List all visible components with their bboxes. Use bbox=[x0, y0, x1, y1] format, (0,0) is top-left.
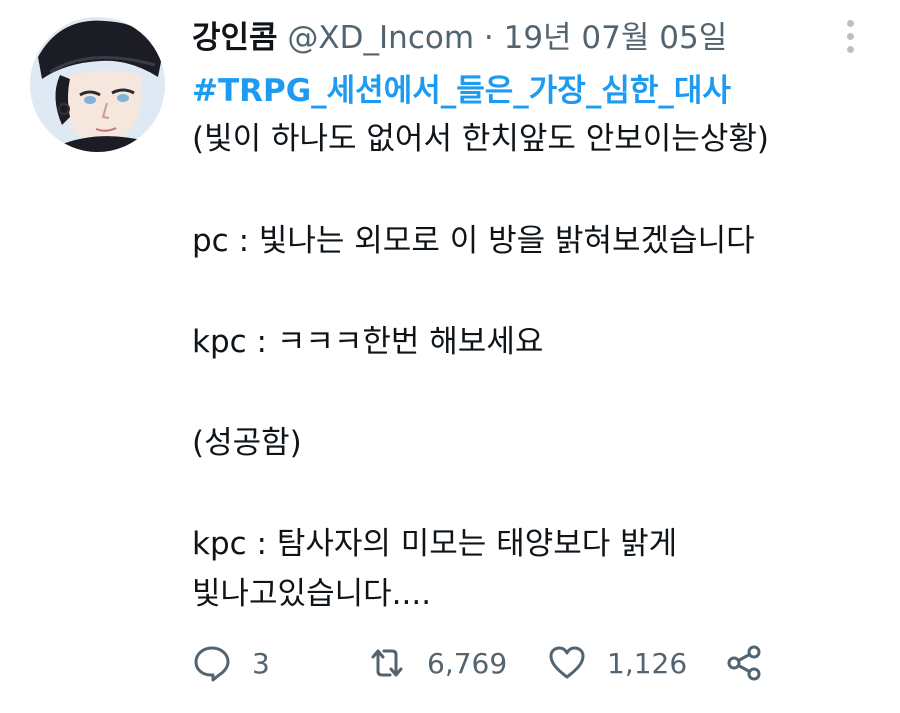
tweet-text-line: 빛나고있습니다.... bbox=[192, 576, 432, 612]
tweet-text-line: kpc : 탐사자의 미모는 태양보다 밝게 bbox=[192, 526, 678, 562]
reply-count: 3 bbox=[252, 646, 270, 680]
tweet-text-line: (성공함) bbox=[192, 425, 302, 461]
tweet-date[interactable]: 19년 07월 05일 bbox=[504, 20, 728, 56]
reply-button[interactable]: 3 bbox=[192, 638, 270, 688]
share-icon bbox=[727, 645, 761, 681]
retweet-count: 6,769 bbox=[427, 646, 508, 680]
avatar[interactable] bbox=[30, 17, 165, 152]
hashtag-link[interactable]: #TRPG_세션에서_들은_가장_심한_대사 bbox=[192, 68, 731, 114]
author-name[interactable]: 강인콤 bbox=[192, 20, 278, 56]
heart-icon bbox=[549, 646, 585, 679]
separator-dot: · bbox=[483, 20, 494, 56]
retweet-icon bbox=[371, 649, 403, 677]
tweet-text-line: (빛이 하나도 없어서 한치앞도 안보이는상황) bbox=[192, 121, 769, 157]
reply-icon bbox=[194, 646, 230, 682]
tweet-actions: 3 6,769 1,126 bbox=[192, 638, 872, 688]
avatar-illustration bbox=[30, 17, 165, 152]
tweet-header: 강인콤 @XD_Incom · 19년 07월 05일 bbox=[192, 14, 727, 62]
tweet-text-line: kpc : ㅋㅋㅋ한번 해보세요 bbox=[192, 324, 544, 360]
share-button[interactable] bbox=[724, 638, 764, 688]
retweet-button[interactable]: 6,769 bbox=[367, 638, 507, 688]
tweet-text-line: pc : 빛나는 외모로 이 방을 밝혀보겠습니다 bbox=[192, 223, 755, 259]
like-count: 1,126 bbox=[607, 646, 688, 680]
like-button[interactable]: 1,126 bbox=[547, 638, 687, 688]
author-handle[interactable]: @XD_Incom bbox=[287, 20, 474, 56]
more-options-icon[interactable] bbox=[838, 20, 862, 54]
